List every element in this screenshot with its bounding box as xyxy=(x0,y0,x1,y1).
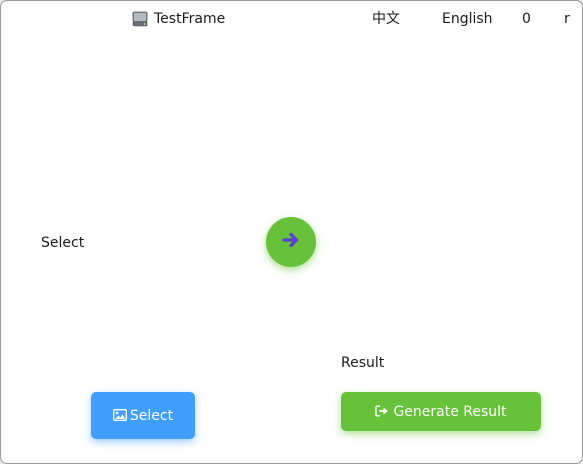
title-bar: TestFrame 中文 English 0 r xyxy=(1,1,582,37)
menu-zero[interactable]: 0 xyxy=(522,10,531,28)
sign-out-icon xyxy=(375,405,389,418)
select-button-label: Select xyxy=(129,407,174,424)
menu-chinese[interactable]: 中文 xyxy=(372,10,400,28)
menu-english[interactable]: English xyxy=(442,10,493,28)
generate-result-button[interactable]: Generate Result xyxy=(341,392,541,431)
generate-button-label: Generate Result xyxy=(393,403,507,420)
image-icon xyxy=(112,408,127,422)
app-window: TestFrame 中文 English 0 r Select Result S… xyxy=(0,0,583,464)
select-button[interactable]: Select xyxy=(91,392,195,439)
app-title: TestFrame xyxy=(132,10,225,28)
result-label: Result xyxy=(341,355,385,371)
select-label: Select xyxy=(41,235,85,251)
drive-icon xyxy=(132,11,148,27)
menu-r[interactable]: r xyxy=(564,10,570,28)
arrow-right-icon xyxy=(281,230,301,254)
convert-arrow-button[interactable] xyxy=(266,217,316,267)
window-title: TestFrame xyxy=(154,11,226,27)
